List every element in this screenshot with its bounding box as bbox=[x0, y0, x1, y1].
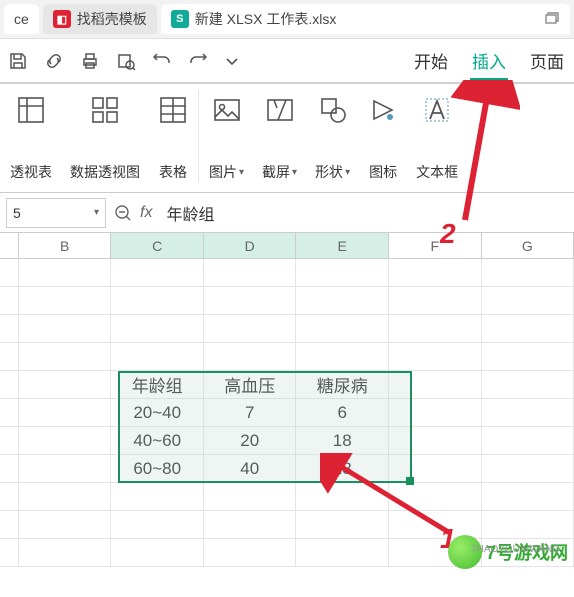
picture-icon bbox=[212, 90, 242, 130]
cell[interactable]: 糖尿病 bbox=[296, 371, 389, 399]
doc-icon: ◧ bbox=[53, 10, 71, 28]
tab-insert[interactable]: 插入 bbox=[470, 42, 508, 79]
redo-icon[interactable] bbox=[188, 51, 208, 71]
col-header[interactable] bbox=[0, 233, 19, 258]
col-header-f[interactable]: F bbox=[389, 233, 482, 258]
col-header-g[interactable]: G bbox=[482, 233, 574, 258]
screenshot-button[interactable]: 截屏▾ bbox=[262, 90, 297, 182]
col-header-e[interactable]: E bbox=[296, 233, 389, 258]
column-headers: B C D E F G bbox=[0, 233, 574, 259]
pivot-chart-icon bbox=[90, 90, 120, 130]
col-header-d[interactable]: D bbox=[204, 233, 297, 258]
pivot-table-icon bbox=[16, 90, 46, 130]
picture-label: 图片▾ bbox=[209, 162, 244, 182]
screenshot-label: 截屏▾ bbox=[262, 162, 297, 182]
undo-icon[interactable] bbox=[152, 51, 172, 71]
app-tab-bar: ce ◧ 找稻壳模板 S 新建 XLSX 工作表.xlsx bbox=[0, 0, 574, 38]
cells-area[interactable]: 年龄组 高血压 糖尿病 20~40 7 6 40~60 20 18 60~80 … bbox=[0, 259, 574, 567]
textbox-label: 文本框 bbox=[416, 162, 458, 182]
icons-button[interactable]: 图标 bbox=[368, 90, 398, 182]
ribbon: 透视表 数据透视图 表格 图片▾ 截屏▾ 形状▾ 图标 文本框 bbox=[0, 84, 574, 188]
cell[interactable]: 高血压 bbox=[204, 371, 297, 399]
zoom-out-icon[interactable] bbox=[114, 204, 132, 222]
cell[interactable]: 20~40 bbox=[111, 399, 204, 427]
tab-page[interactable]: 页面 bbox=[528, 42, 566, 79]
tab-start[interactable]: 开始 bbox=[412, 42, 450, 79]
cell[interactable]: 6 bbox=[296, 399, 389, 427]
formula-bar: 5 ▾ fx bbox=[0, 193, 574, 233]
textbox-icon bbox=[422, 90, 452, 130]
tab-workbook-label: 新建 XLSX 工作表.xlsx bbox=[195, 9, 337, 29]
table-row[interactable]: 年龄组 高血压 糖尿病 bbox=[0, 371, 574, 399]
cell[interactable]: 20 bbox=[204, 427, 297, 455]
preview-icon[interactable] bbox=[116, 51, 136, 71]
table-icon bbox=[158, 90, 188, 130]
tab-templates[interactable]: ◧ 找稻壳模板 bbox=[43, 4, 157, 34]
print-icon[interactable] bbox=[80, 51, 100, 71]
fx-icon[interactable]: fx bbox=[140, 204, 152, 222]
cell[interactable]: 7 bbox=[204, 399, 297, 427]
pivot-chart-button[interactable]: 数据透视图 bbox=[70, 90, 140, 182]
col-header-c[interactable]: C bbox=[111, 233, 204, 258]
more-icon[interactable] bbox=[224, 53, 240, 69]
tab-templates-label: 找稻壳模板 bbox=[77, 9, 147, 29]
formula-input[interactable] bbox=[160, 204, 568, 222]
table-row[interactable]: 60~80 40 28 bbox=[0, 455, 574, 483]
spreadsheet-icon: S bbox=[171, 10, 189, 28]
icons-icon bbox=[368, 90, 398, 130]
pivot-table-button[interactable]: 透视表 bbox=[10, 90, 52, 182]
shape-button[interactable]: 形状▾ bbox=[315, 90, 350, 182]
window-icon[interactable] bbox=[544, 11, 560, 27]
col-header-b[interactable]: B bbox=[19, 233, 112, 258]
tab-left[interactable]: ce bbox=[4, 4, 39, 34]
textbox-button[interactable]: 文本框 bbox=[416, 90, 458, 182]
cell[interactable]: 18 bbox=[296, 427, 389, 455]
menu-tabs: 开始 插入 页面 bbox=[412, 42, 566, 79]
tab-left-label: ce bbox=[14, 11, 29, 27]
link-icon[interactable] bbox=[44, 51, 64, 71]
table-row[interactable]: 40~60 20 18 bbox=[0, 427, 574, 455]
quick-toolbar: 开始 插入 页面 bbox=[0, 38, 574, 82]
cell[interactable]: 40 bbox=[204, 455, 297, 483]
chevron-down-icon: ▾ bbox=[345, 167, 350, 178]
pivot-table-label: 透视表 bbox=[10, 162, 52, 182]
cell[interactable]: 28 bbox=[296, 455, 389, 483]
chevron-down-icon: ▾ bbox=[292, 167, 297, 178]
table-label: 表格 bbox=[159, 162, 187, 182]
cell[interactable]: 40~60 bbox=[111, 427, 204, 455]
save-icon[interactable] bbox=[8, 51, 28, 71]
spreadsheet-grid[interactable]: B C D E F G 年龄组 高血压 糖尿病 20~40 7 6 40~60 … bbox=[0, 233, 574, 567]
shape-label: 形状▾ bbox=[315, 162, 350, 182]
icons-label: 图标 bbox=[369, 162, 397, 182]
cell[interactable]: 年龄组 bbox=[111, 371, 204, 399]
chevron-down-icon[interactable]: ▾ bbox=[94, 207, 99, 218]
shape-icon bbox=[318, 90, 348, 130]
group-tables: 透视表 数据透视图 表格 bbox=[0, 90, 199, 182]
group-illustrations: 图片▾ 截屏▾ 形状▾ 图标 文本框 bbox=[199, 90, 468, 182]
pivot-chart-label: 数据透视图 bbox=[70, 162, 140, 182]
name-box-value: 5 bbox=[13, 205, 21, 221]
screenshot-icon bbox=[265, 90, 295, 130]
cell[interactable]: 60~80 bbox=[111, 455, 204, 483]
picture-button[interactable]: 图片▾ bbox=[209, 90, 244, 182]
chevron-down-icon: ▾ bbox=[239, 167, 244, 178]
table-row[interactable]: 20~40 7 6 bbox=[0, 399, 574, 427]
table-button[interactable]: 表格 bbox=[158, 90, 188, 182]
name-box[interactable]: 5 ▾ bbox=[6, 198, 106, 228]
tab-workbook[interactable]: S 新建 XLSX 工作表.xlsx bbox=[161, 4, 570, 34]
